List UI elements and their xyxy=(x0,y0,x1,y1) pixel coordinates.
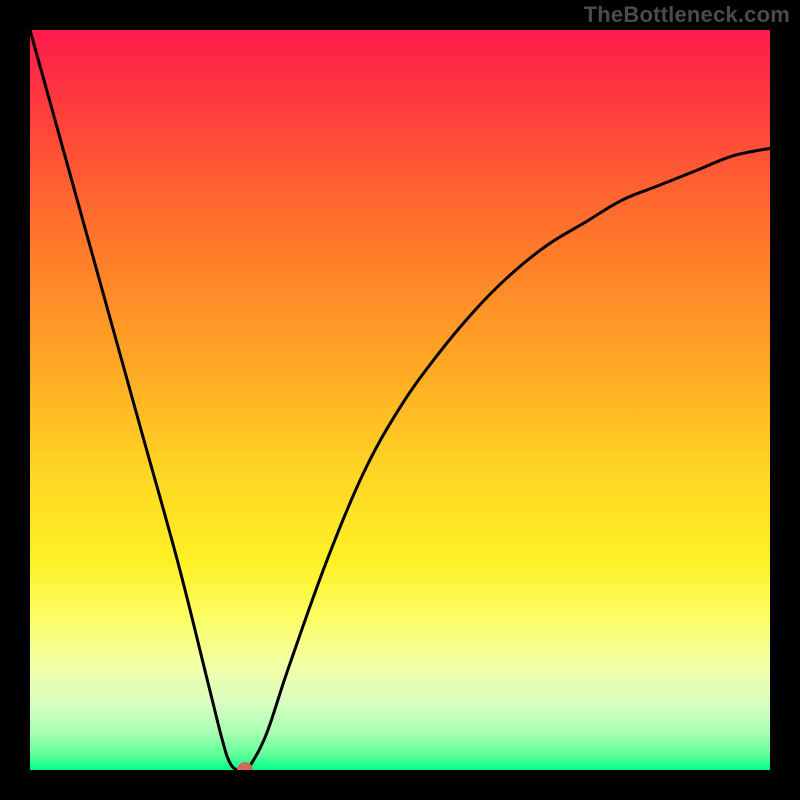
watermark-text: TheBottleneck.com xyxy=(584,2,790,28)
chart-frame: TheBottleneck.com xyxy=(0,0,800,800)
bottleneck-curve xyxy=(30,30,770,770)
plot-area xyxy=(30,30,770,770)
curve-path xyxy=(30,30,770,770)
